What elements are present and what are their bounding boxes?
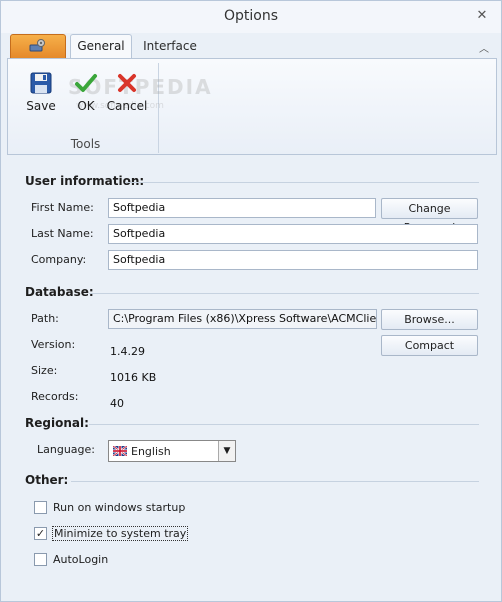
last-name-label: Last Name: xyxy=(31,227,94,240)
dropdown-arrow-icon[interactable]: ▼ xyxy=(218,441,235,461)
save-label: Save xyxy=(26,99,56,113)
first-name-field[interactable]: Softpedia xyxy=(108,198,376,218)
tools-group: SOFTPEDIA www.softpedia.com Save OK Canc… xyxy=(12,63,211,153)
section-divider xyxy=(89,293,479,294)
ribbon-tab-row: General Interface ︿ xyxy=(1,34,501,59)
ok-label: OK xyxy=(77,99,95,113)
minimize-to-tray-option[interactable]: ✓ Minimize to system tray xyxy=(34,526,214,542)
cancel-label: Cancel xyxy=(106,99,148,113)
database-heading: Database: xyxy=(25,285,94,299)
cancel-button[interactable]: Cancel xyxy=(104,67,150,123)
other-heading: Other: xyxy=(25,473,69,487)
version-label: Version: xyxy=(31,338,76,351)
database-path-field[interactable]: C:\Program Files (x86)\Xpress Software\A… xyxy=(108,309,377,329)
run-on-startup-option[interactable]: Run on windows startup xyxy=(34,500,214,516)
ok-button[interactable]: OK xyxy=(63,67,109,123)
records-label: Records: xyxy=(31,390,79,403)
regional-heading: Regional: xyxy=(25,416,89,430)
tools-group-label: Tools xyxy=(70,137,101,151)
options-window: Options ✕ General Interface ︿ SOFTPEDIA … xyxy=(0,0,502,602)
browse-button[interactable]: Browse... xyxy=(381,309,478,330)
user-information-heading: User information: xyxy=(25,174,145,188)
checkmark-icon xyxy=(75,74,97,92)
save-button[interactable]: Save xyxy=(18,67,64,123)
autologin-option[interactable]: AutoLogin xyxy=(34,552,214,568)
uk-flag-icon xyxy=(113,446,127,456)
compact-button[interactable]: Compact xyxy=(381,335,478,356)
size-value: 1016 KB xyxy=(110,371,157,384)
section-divider xyxy=(125,182,479,183)
language-selected-value: English xyxy=(131,445,171,458)
records-value: 40 xyxy=(110,397,124,410)
language-label: Language: xyxy=(37,443,95,456)
run-on-startup-label: Run on windows startup xyxy=(53,501,186,514)
close-icon[interactable]: ✕ xyxy=(473,7,491,25)
run-on-startup-checkbox[interactable] xyxy=(34,501,47,514)
floppy-disk-icon xyxy=(30,72,52,94)
red-x-icon xyxy=(118,74,136,92)
language-select[interactable]: English ▼ xyxy=(108,440,236,462)
tools-icon xyxy=(29,39,45,52)
ribbon-panel: SOFTPEDIA www.softpedia.com Save OK Canc… xyxy=(7,58,497,155)
size-label: Size: xyxy=(31,364,58,377)
version-value: 1.4.29 xyxy=(110,345,145,358)
company-field[interactable]: Softpedia xyxy=(108,250,478,270)
first-name-label: First Name: xyxy=(31,201,94,214)
tab-general[interactable]: General xyxy=(70,34,132,59)
path-label: Path: xyxy=(31,312,59,325)
change-password-button[interactable]: Change Password xyxy=(381,198,478,234)
minimize-to-tray-checkbox[interactable]: ✓ xyxy=(34,527,47,540)
section-divider xyxy=(71,481,479,482)
window-title: Options xyxy=(223,8,279,24)
last-name-field[interactable]: Softpedia xyxy=(108,224,478,244)
autologin-checkbox[interactable] xyxy=(34,553,47,566)
minimize-to-tray-label: Minimize to system tray xyxy=(51,526,189,541)
ribbon-collapse-icon[interactable]: ︿ xyxy=(479,40,489,55)
autologin-label: AutoLogin xyxy=(53,553,109,566)
tab-interface[interactable]: Interface xyxy=(138,34,202,58)
options-content: User information: First Name: Softpedia … xyxy=(7,157,497,597)
section-divider xyxy=(89,424,479,425)
company-label: Company: xyxy=(31,253,87,266)
application-menu-button[interactable] xyxy=(10,34,66,58)
title-bar: Options ✕ xyxy=(1,1,501,33)
